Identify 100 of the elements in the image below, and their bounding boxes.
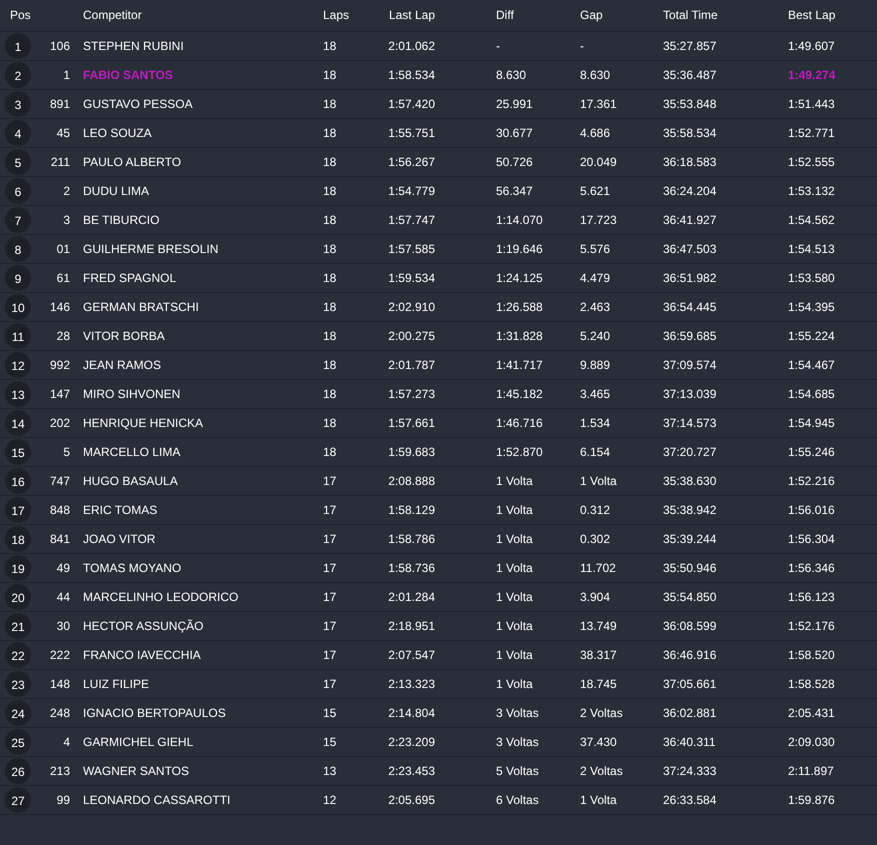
table-cell: 148	[50, 676, 70, 690]
table-cell: 1:59.876	[788, 792, 835, 806]
table-cell: 35:58.534	[663, 126, 716, 140]
table-cell: 18	[323, 358, 336, 372]
table-cell: 1:49.607	[788, 38, 835, 52]
table-cell: 1:58.786	[388, 532, 435, 546]
table-cell: 222	[50, 648, 70, 662]
column-header: Competitor	[70, 0, 323, 31]
table-cell: 12	[323, 792, 336, 806]
table-cell: 1:58.736	[388, 560, 435, 574]
position-badge: 8	[5, 236, 31, 262]
column-header: Total Time	[663, 0, 788, 31]
table-cell: 2:14.804	[388, 706, 435, 720]
table-cell: 37:13.039	[663, 386, 716, 400]
table-cell: 30.677	[496, 126, 533, 140]
table-cell: 2:23.453	[388, 764, 435, 778]
table-cell: 891	[50, 96, 70, 110]
table-cell: 28	[56, 328, 70, 342]
table-cell: 2	[63, 184, 70, 198]
position-badge: 24	[5, 700, 31, 726]
competitor-name: HUGO BASAULA	[83, 474, 178, 488]
table-cell: 35:27.857	[663, 38, 716, 52]
table-cell: 2:02.910	[388, 300, 435, 314]
competitor-name: FRED SPAGNOL	[83, 270, 176, 284]
table-cell: 1	[63, 68, 70, 82]
table-cell: 36:02.881	[663, 706, 716, 720]
table-cell: 1:54.395	[788, 300, 835, 314]
table-cell: 1 Volta	[496, 618, 533, 632]
table-cell: 2:01.787	[388, 358, 435, 372]
table-cell: 35:39.244	[663, 532, 716, 546]
column-header: Laps	[323, 0, 375, 31]
table-cell: 61	[56, 270, 70, 284]
table-cell: 6.154	[580, 444, 610, 458]
competitor-name: DUDU LIMA	[83, 184, 150, 198]
table-cell: 4.686	[580, 126, 610, 140]
table-cell: 248	[50, 706, 70, 720]
competitor-name: TOMAS MOYANO	[83, 560, 182, 574]
table-cell: 1 Volta	[496, 474, 533, 488]
table-cell: 5.240	[580, 328, 610, 342]
table-cell: 49	[56, 560, 70, 574]
table-cell: 1 Volta	[580, 792, 617, 806]
table-cell: 1:56.346	[788, 560, 835, 574]
table-cell: 44	[56, 590, 70, 604]
position-badge: 7	[5, 206, 31, 232]
table-cell: 2:09.030	[788, 734, 835, 748]
table-cell: 18	[323, 242, 336, 256]
table-cell: 1:54.945	[788, 416, 835, 430]
position-badge: 22	[5, 642, 31, 668]
table-cell: 36:59.685	[663, 328, 716, 342]
position-badge: 19	[5, 554, 31, 580]
table-cell: 2:05.431	[788, 706, 835, 720]
table-cell: 18	[323, 300, 336, 314]
table-cell: 1:49.274	[788, 68, 836, 82]
table-cell: -	[496, 38, 500, 52]
position-badge: 18	[5, 526, 31, 552]
table-cell: 37:05.661	[663, 676, 716, 690]
position-badge: 26	[5, 758, 31, 784]
table-cell: 17	[323, 676, 336, 690]
table-cell: 1 Volta	[496, 560, 533, 574]
table-cell: 35:38.630	[663, 474, 716, 488]
position-badge: 27	[5, 786, 31, 812]
table-cell: 1:55.246	[788, 444, 835, 458]
table-cell: 17	[323, 474, 336, 488]
table-cell: 147	[50, 386, 70, 400]
table-cell: 37:20.727	[663, 444, 716, 458]
table-cell: 2:11.897	[788, 764, 834, 778]
table-cell: 36:40.311	[663, 734, 716, 748]
competitor-name: LEO SOUZA	[83, 126, 152, 140]
table-cell: 18	[323, 444, 336, 458]
competitor-name: PAULO ALBERTO	[83, 154, 182, 168]
table-cell: 2:08.888	[388, 474, 435, 488]
table-cell: 992	[50, 358, 70, 372]
table-cell: 1:54.779	[388, 184, 435, 198]
table-cell: 146	[50, 300, 70, 314]
table-cell: 36:18.583	[663, 154, 716, 168]
table-cell: 848	[50, 502, 70, 516]
table-cell: 1:53.132	[788, 184, 835, 198]
position-badge: 15	[5, 438, 31, 464]
table-cell: 1:57.420	[388, 96, 435, 110]
competitor-name: STEPHEN RUBINI	[83, 38, 184, 52]
table-cell: 4.479	[580, 270, 610, 284]
competitor-name: GUSTAVO PESSOA	[83, 96, 193, 110]
table-cell: 2 Voltas	[580, 706, 623, 720]
table-cell: 1:46.716	[496, 416, 543, 430]
table-cell: 13	[323, 764, 336, 778]
table-cell: 36:51.982	[663, 270, 716, 284]
column-header: Last Lap	[375, 0, 435, 31]
table-cell: 1:55.751	[388, 126, 435, 140]
position-badge: 2	[5, 62, 31, 88]
competitor-name: JEAN RAMOS	[83, 358, 162, 372]
table-cell: 2:13.323	[388, 676, 435, 690]
table-cell: 17	[323, 560, 336, 574]
table-cell: 01	[56, 242, 70, 256]
table-cell: 1:52.216	[788, 474, 835, 488]
table-cell: 36:47.503	[663, 242, 716, 256]
competitor-name: BE TIBURCIO	[83, 212, 160, 226]
position-badge: 12	[5, 352, 31, 378]
table-cell: 45	[56, 126, 70, 140]
table-cell: 1:56.304	[788, 532, 835, 546]
position-badge: 13	[5, 380, 31, 406]
